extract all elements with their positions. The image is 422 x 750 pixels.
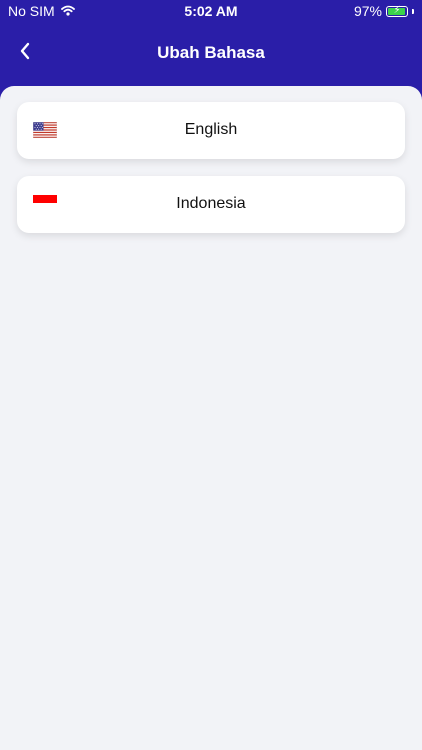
app-header: No SIM 5:02 AM 97% ⚡ Ubah Bahasa — [0, 0, 422, 100]
battery-cap — [412, 8, 414, 14]
language-option-indonesia[interactable]: Indonesia — [17, 176, 405, 233]
status-bar: No SIM 5:02 AM 97% ⚡ — [0, 0, 422, 22]
chevron-left-icon — [19, 42, 31, 65]
language-label-row: English — [17, 121, 405, 139]
language-label: English — [184, 121, 238, 138]
page-title: Ubah Bahasa — [157, 43, 265, 62]
battery-icon: ⚡ — [386, 4, 408, 17]
language-option-english[interactable]: English — [17, 102, 405, 159]
back-button[interactable] — [10, 38, 40, 68]
indonesia-flag-icon — [33, 195, 57, 216]
us-flag-icon — [32, 121, 58, 143]
language-list: English Indonesia — [0, 86, 422, 750]
nav-bar: Ubah Bahasa — [0, 30, 422, 76]
language-label: Indonesia — [176, 195, 246, 212]
status-right: 97% ⚡ — [354, 3, 414, 19]
battery-percent: 97% — [353, 3, 382, 19]
language-label-row: Indonesia — [17, 195, 405, 213]
clock-time: 5:02 AM — [184, 3, 238, 19]
charging-bolt-icon: ⚡ — [393, 4, 401, 16]
page-title-row: Ubah Bahasa — [0, 43, 422, 63]
wifi-icon — [60, 3, 75, 19]
status-left: No SIM — [8, 3, 75, 19]
carrier-label: No SIM — [8, 3, 55, 19]
